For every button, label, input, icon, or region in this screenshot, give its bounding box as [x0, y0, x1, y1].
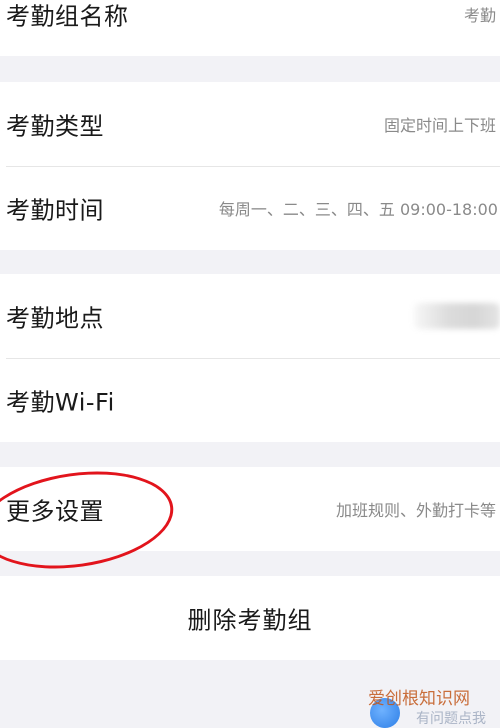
attendance-type-label: 考勤类型	[6, 112, 104, 141]
row-attendance-time[interactable]: 考勤时间 每周一、二、三、四、五 09:00-18:00	[0, 166, 500, 250]
blurred-location-value	[414, 303, 500, 329]
delete-group-button[interactable]: 删除考勤组	[0, 576, 500, 660]
attendance-wifi-label: 考勤Wi-Fi	[6, 388, 115, 417]
attendance-location-label: 考勤地点	[6, 304, 104, 333]
row-attendance-wifi[interactable]: 考勤Wi-Fi	[0, 358, 500, 442]
attendance-time-label: 考勤时间	[6, 196, 104, 225]
settings-group-name: 考勤组名称 考勤	[0, 0, 500, 56]
row-group-name[interactable]: 考勤组名称 考勤	[0, 0, 500, 56]
settings-group-location: 考勤地点 考勤Wi-Fi	[0, 274, 500, 442]
watermark-title: 爱创根知识网	[368, 689, 470, 709]
row-attendance-type[interactable]: 考勤类型 固定时间上下班	[0, 82, 500, 166]
group-name-label: 考勤组名称	[6, 2, 129, 31]
watermark-subtitle: 有问题点我	[416, 711, 486, 727]
delete-group-label: 删除考勤组	[187, 606, 313, 635]
attendance-time-value: 每周一、二、三、四、五 09:00-18:00	[218, 200, 498, 219]
attendance-type-value: 固定时间上下班	[383, 116, 496, 135]
row-attendance-location[interactable]: 考勤地点	[0, 274, 500, 358]
watermark: 爱创根知识网 有问题点我	[356, 686, 500, 728]
group-name-value: 考勤	[463, 6, 496, 25]
more-settings-value: 加班规则、外勤打卡等	[335, 501, 496, 520]
settings-group-schedule: 考勤类型 固定时间上下班 考勤时间 每周一、二、三、四、五 09:00-18:0…	[0, 82, 500, 250]
